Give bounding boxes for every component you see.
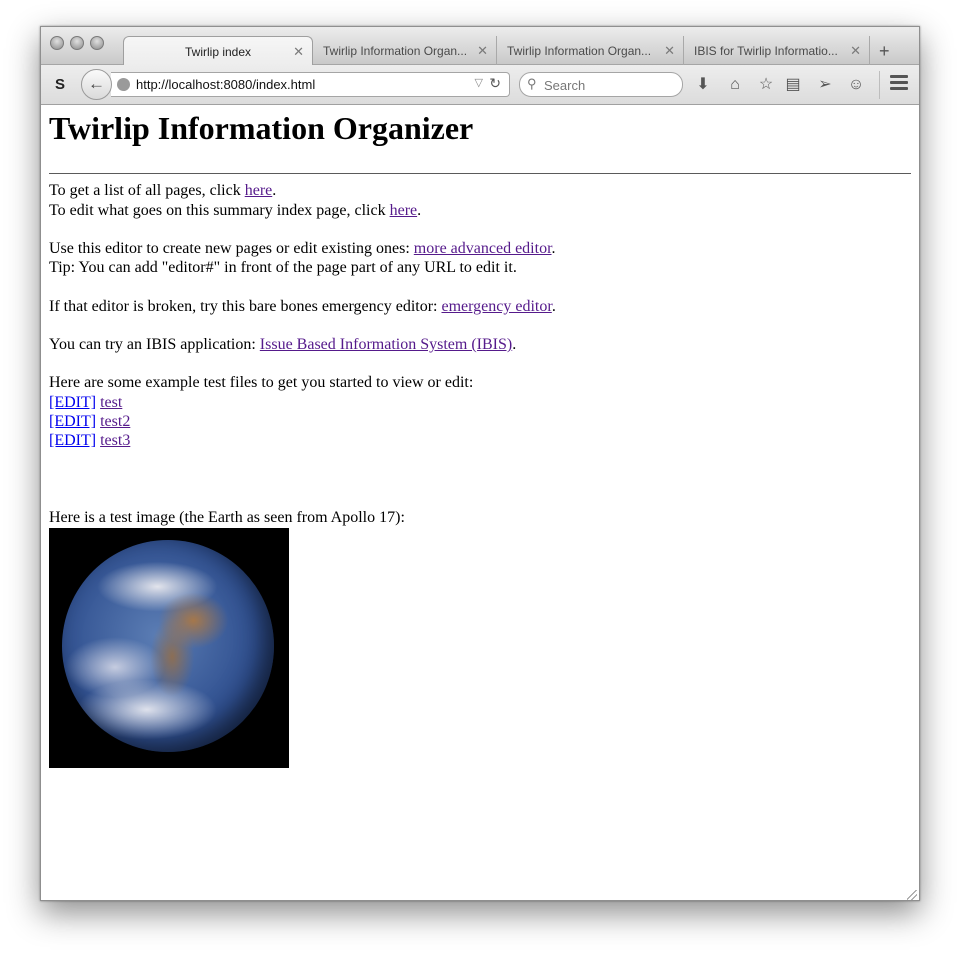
- ibis-link[interactable]: Issue Based Information System (IBIS): [260, 336, 512, 353]
- emergency-text: If that editor is broken, try this bare …: [49, 298, 442, 315]
- tab-twirlip-index[interactable]: Twirlip index ✕: [123, 36, 313, 65]
- example-item: [EDIT] test: [49, 393, 122, 412]
- period: .: [417, 202, 422, 219]
- period: .: [272, 182, 277, 199]
- url-dropdown-icon[interactable]: ▽: [475, 76, 483, 89]
- menu-icon[interactable]: [890, 75, 908, 91]
- tab-label: Twirlip Information Organ...: [323, 44, 468, 58]
- url-text[interactable]: http://localhost:8080/index.html: [136, 77, 315, 92]
- ibis-line: You can try an IBIS application: Issue B…: [49, 335, 516, 354]
- period: .: [551, 240, 556, 257]
- send-icon[interactable]: ➢: [814, 74, 836, 96]
- zoom-window-icon[interactable]: [90, 36, 104, 50]
- globe-icon: [117, 78, 130, 91]
- page-content: Twirlip Information Organizer To get a l…: [41, 105, 919, 900]
- close-tab-icon[interactable]: ✕: [293, 44, 304, 60]
- edit-test2-link[interactable]: [EDIT]: [49, 413, 96, 430]
- browser-window: Twirlip index ✕ Twirlip Information Orga…: [40, 26, 920, 901]
- url-bar[interactable]: http://localhost:8080/index.html ▽ ↻: [111, 72, 510, 97]
- addon-s-icon[interactable]: S: [51, 76, 69, 94]
- close-tab-icon[interactable]: ✕: [850, 43, 861, 59]
- tip-line: Tip: You can add "editor#" in front of t…: [49, 259, 517, 276]
- emergency-editor-link[interactable]: emergency editor: [441, 298, 551, 315]
- tab-twirlip-organizer-2[interactable]: Twirlip Information Organ... ✕: [497, 36, 684, 65]
- search-bar[interactable]: ⚲: [519, 72, 683, 97]
- search-icon: ⚲: [527, 76, 537, 91]
- tab-label: IBIS for Twirlip Informatio...: [694, 44, 838, 58]
- back-button[interactable]: ←: [81, 69, 112, 100]
- test3-link[interactable]: test3: [100, 432, 130, 449]
- earth-globe: [62, 540, 274, 752]
- examples-intro: Here are some example test files to get …: [49, 374, 474, 391]
- tab-twirlip-organizer-1[interactable]: Twirlip Information Organ... ✕: [313, 36, 497, 65]
- editor-text: Use this editor to create new pages or e…: [49, 240, 414, 257]
- title-divider: [49, 173, 911, 174]
- earth-image: [49, 528, 289, 768]
- edit-index-link[interactable]: here: [390, 202, 418, 219]
- edit-test-link[interactable]: [EDIT]: [49, 394, 96, 411]
- close-tab-icon[interactable]: ✕: [477, 43, 488, 59]
- tab-label: Twirlip Information Organ...: [507, 44, 652, 58]
- edit-index-line: To edit what goes on this summary index …: [49, 201, 421, 220]
- resize-grip-icon[interactable]: [907, 890, 917, 900]
- emergency-line: If that editor is broken, try this bare …: [49, 297, 556, 316]
- close-window-icon[interactable]: [50, 36, 64, 50]
- page-title: Twirlip Information Organizer: [49, 110, 474, 146]
- search-input[interactable]: [544, 76, 674, 94]
- all-pages-link[interactable]: here: [245, 182, 273, 199]
- test2-link[interactable]: test2: [100, 413, 130, 430]
- home-icon[interactable]: ⌂: [724, 74, 746, 96]
- ibis-text: You can try an IBIS application:: [49, 336, 260, 353]
- all-pages-line: To get a list of all pages, click here.: [49, 181, 276, 200]
- edit-index-text: To edit what goes on this summary index …: [49, 202, 390, 219]
- example-item: [EDIT] test2: [49, 412, 130, 431]
- image-caption: Here is a test image (the Earth as seen …: [49, 509, 405, 526]
- download-icon[interactable]: ⬇: [692, 74, 714, 96]
- back-arrow-icon: ←: [88, 74, 105, 93]
- advanced-editor-link[interactable]: more advanced editor: [414, 240, 552, 257]
- period: .: [551, 298, 556, 315]
- example-item: [EDIT] test3: [49, 431, 130, 450]
- test-link[interactable]: test: [100, 394, 122, 411]
- bookmark-star-icon[interactable]: ☆: [755, 74, 777, 96]
- tab-ibis[interactable]: IBIS for Twirlip Informatio... ✕: [684, 36, 870, 65]
- chat-icon[interactable]: ☺: [845, 74, 867, 96]
- period: .: [512, 336, 517, 353]
- tab-label: Twirlip index: [184, 45, 252, 59]
- reading-list-icon[interactable]: ▤: [782, 74, 804, 96]
- toolbar-separator: [879, 71, 880, 99]
- close-tab-icon[interactable]: ✕: [664, 43, 675, 59]
- reload-icon[interactable]: ↻: [489, 75, 501, 92]
- new-tab-button[interactable]: +: [879, 41, 890, 62]
- editor-line: Use this editor to create new pages or e…: [49, 239, 556, 258]
- minimize-window-icon[interactable]: [70, 36, 84, 50]
- title-bar: Twirlip index ✕ Twirlip Information Orga…: [41, 27, 919, 65]
- all-pages-text: To get a list of all pages, click: [49, 182, 245, 199]
- edit-test3-link[interactable]: [EDIT]: [49, 432, 96, 449]
- navigation-toolbar: S http://localhost:8080/index.html ▽ ↻ ←…: [41, 65, 919, 105]
